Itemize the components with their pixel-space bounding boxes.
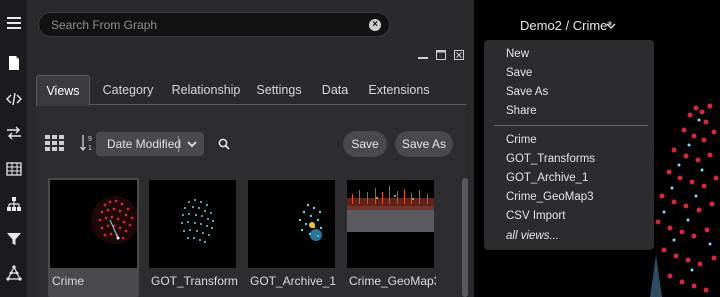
view-thumbnail (50, 180, 139, 268)
chevron-down-icon (187, 141, 197, 148)
tab-extensions[interactable]: Extensions (364, 75, 434, 105)
network-icon[interactable] (5, 264, 23, 282)
view-card-label: GOT_Archive_1 (250, 274, 337, 288)
chevron-down-icon[interactable] (606, 22, 616, 30)
view-thumbnail (248, 180, 335, 268)
swap-arrows-icon[interactable] (5, 124, 23, 142)
view-card-crime[interactable]: Crime (48, 178, 139, 297)
view-card-got-transforms[interactable]: GOT_Transforms (147, 178, 238, 297)
graph-menu-dropdown: New Save Save As Share Crime GOT_Transfo… (484, 40, 654, 250)
save-button[interactable]: Save (343, 131, 387, 157)
view-card-label: GOT_Transforms (151, 274, 238, 288)
menu-item-new[interactable]: New (506, 48, 529, 60)
menu-item-all-views[interactable]: all views... (506, 230, 559, 242)
tab-views[interactable]: Views (36, 75, 90, 106)
left-toolbar (0, 0, 28, 297)
view-card-label: Crime_GeoMap3 (349, 274, 436, 288)
menu-item-view-crime[interactable]: Crime (506, 134, 537, 146)
graph-title[interactable]: Demo2 / Crime* (520, 18, 612, 33)
sort-order-icon[interactable]: 9 1 (80, 134, 94, 152)
view-thumbnail (347, 180, 434, 268)
view-card-label: Crime (52, 274, 84, 288)
close-panel-icon[interactable] (454, 50, 464, 60)
svg-text:9: 9 (88, 136, 92, 143)
dropdown-divider (178, 136, 179, 152)
code-icon[interactable] (5, 90, 23, 108)
filter-icon[interactable] (5, 230, 23, 248)
tab-settings[interactable]: Settings (252, 75, 306, 105)
tab-category[interactable]: Category (96, 75, 160, 105)
menu-divider (494, 125, 648, 126)
menu-item-save[interactable]: Save (506, 67, 532, 79)
view-card-crime-geomap[interactable]: Crime_GeoMap3 (345, 178, 436, 297)
view-thumbnail (149, 180, 236, 268)
panel-tabs: Views Category Relationship Settings Dat… (36, 75, 466, 106)
menu-item-share[interactable]: Share (506, 105, 537, 117)
hamburger-menu-icon[interactable] (5, 14, 23, 32)
menu-item-view-got-archive[interactable]: GOT_Archive_1 (506, 172, 588, 184)
grid-view-icon[interactable] (45, 135, 65, 151)
views-content: 9 1 Date Modified Save Save As Crime GOT… (36, 106, 466, 297)
search-placeholder: Search From Graph (51, 18, 158, 32)
view-card-got-archive[interactable]: GOT_Archive_1 (246, 178, 337, 297)
menu-item-view-csv-import[interactable]: CSV Import (506, 210, 565, 222)
views-panel: Search From Graph × Views Category Relat… (28, 0, 474, 297)
menu-item-view-got-transforms[interactable]: GOT_Transforms (506, 153, 595, 165)
menu-item-view-crime-geomap[interactable]: Crime_GeoMap3 (506, 191, 594, 203)
clear-search-icon[interactable]: × (369, 19, 381, 31)
tab-relationship[interactable]: Relationship (166, 75, 246, 105)
sort-dropdown-value: Date Modified (107, 137, 182, 151)
svg-text:1: 1 (88, 145, 92, 152)
sort-dropdown[interactable]: Date Modified (96, 132, 204, 156)
hierarchy-icon[interactable] (5, 195, 23, 213)
tab-data[interactable]: Data (316, 75, 354, 105)
maximize-icon[interactable] (436, 50, 446, 60)
table-icon[interactable] (5, 160, 23, 178)
menu-item-save-as[interactable]: Save As (506, 86, 548, 98)
minimize-icon[interactable] (418, 50, 428, 60)
graph-search-input[interactable]: Search From Graph × (38, 12, 390, 37)
search-views-icon[interactable] (218, 138, 230, 150)
save-as-button[interactable]: Save As (395, 131, 453, 157)
views-scrollbar-thumb[interactable] (462, 178, 468, 297)
document-icon[interactable] (5, 54, 23, 72)
